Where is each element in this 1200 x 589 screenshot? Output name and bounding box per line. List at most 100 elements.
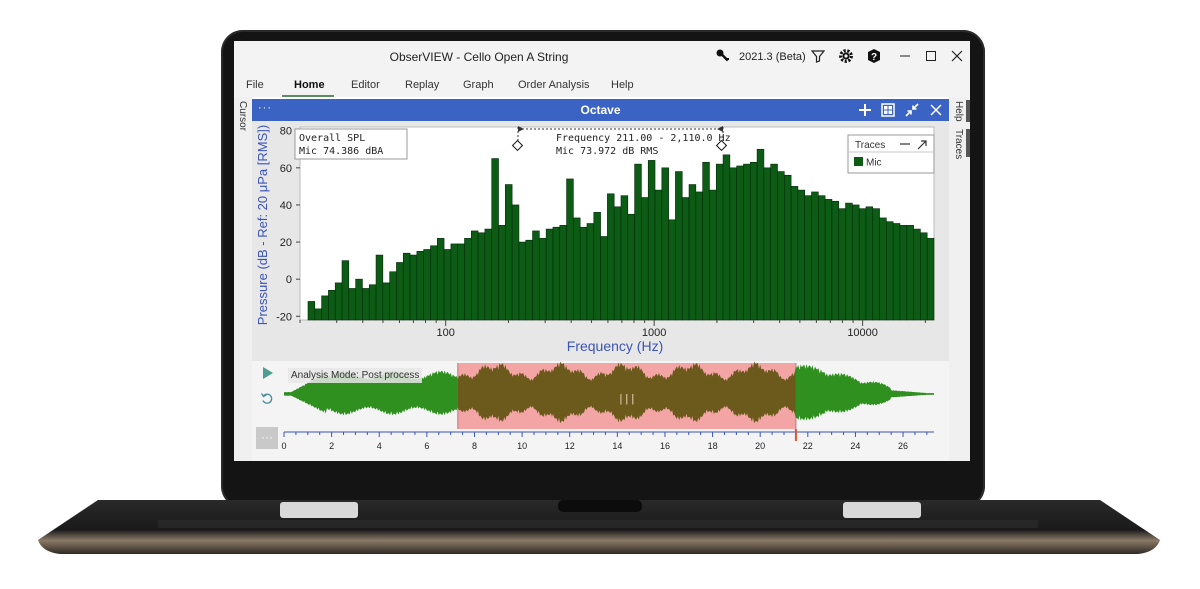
tab-editor[interactable]: Editor — [351, 79, 380, 91]
help-tab-marker — [966, 100, 970, 122]
y-tick-label: 60 — [280, 163, 292, 175]
overall-spl-label: Overall SPL — [299, 133, 365, 144]
bar — [409, 254, 418, 321]
minimize-icon[interactable] — [896, 47, 914, 65]
bar — [341, 260, 350, 321]
panel-title: Octave — [580, 103, 621, 117]
bar — [668, 219, 676, 321]
tab-graph[interactable]: Graph — [463, 79, 494, 91]
laptop-base — [38, 500, 1160, 554]
bar — [824, 199, 833, 321]
add-icon[interactable] — [856, 101, 874, 119]
x-axis: 100 1000 10000 — [299, 320, 926, 339]
overall-spl-value: Mic 74.386 dBA — [299, 146, 383, 157]
active-tab-indicator — [282, 95, 334, 97]
bar — [852, 204, 860, 321]
collapse-icon[interactable] — [903, 101, 921, 119]
bar — [709, 189, 717, 321]
y-axis-label: Pressure (dB - Ref: 20 μPa [RMS]) — [255, 125, 270, 325]
bar — [566, 178, 574, 321]
cursor-tab[interactable]: Cursor — [237, 101, 248, 131]
time-tick-label: 10 — [517, 441, 527, 451]
tab-order-analysis[interactable]: Order Analysis — [518, 79, 590, 91]
bar — [647, 160, 656, 321]
legend-swatch-mic — [854, 157, 863, 166]
time-tick-label: 4 — [377, 441, 382, 451]
bar — [892, 223, 901, 321]
bar — [382, 282, 390, 321]
selection-drag-handle[interactable]: | | | — [620, 393, 635, 405]
tab-replay[interactable]: Replay — [405, 79, 439, 91]
maximize-icon[interactable] — [922, 47, 940, 65]
bar — [661, 167, 669, 321]
bar — [906, 225, 914, 321]
cursor-panel-strip[interactable]: Cursor — [234, 97, 252, 461]
bar — [552, 226, 561, 321]
bar — [484, 228, 493, 321]
time-tick-label: 8 — [472, 441, 477, 451]
bar — [613, 206, 622, 321]
waveform-area: 0 2 4 6 8 10 12 14 16 18 20 22 24 26 | | | ··· Analys… — [252, 361, 949, 461]
bar — [396, 262, 404, 321]
bar — [539, 238, 547, 321]
bar — [362, 288, 370, 321]
bar — [790, 186, 799, 321]
filter-icon[interactable] — [809, 47, 827, 65]
bar — [811, 191, 819, 321]
tab-home[interactable]: Home — [294, 79, 325, 91]
bar — [607, 193, 615, 321]
time-tick-label: 16 — [660, 441, 670, 451]
bar — [430, 245, 438, 321]
analysis-mode-label: Analysis Mode: Post process — [288, 368, 423, 383]
time-tick-label: 20 — [755, 441, 765, 451]
bar — [402, 252, 411, 321]
help-icon[interactable]: ? — [865, 47, 883, 65]
bar — [641, 197, 649, 321]
bar — [920, 232, 928, 321]
bar — [314, 308, 322, 321]
bar — [423, 249, 431, 321]
traces-tab-marker — [966, 129, 970, 157]
key-icon[interactable] — [714, 47, 732, 65]
play-icon[interactable] — [260, 366, 274, 380]
y-tick-label: 0 — [286, 274, 292, 286]
y-tick-label: 20 — [280, 237, 292, 249]
tab-help[interactable]: Help — [611, 79, 634, 91]
bar — [763, 167, 771, 321]
grid-layout-icon[interactable] — [879, 101, 897, 119]
y-tick-label: 40 — [280, 200, 292, 212]
help-tab[interactable]: Help — [953, 101, 964, 122]
waveform-menu-icon[interactable]: ··· — [256, 427, 278, 449]
bar — [858, 208, 867, 321]
cursor-mic-readout: Mic 73.972 dB RMS — [556, 146, 658, 157]
bar — [579, 226, 588, 321]
cursor-frequency-readout: Frequency 211.00 - 2,110.0 Hz — [556, 133, 731, 144]
bar — [865, 206, 874, 321]
traces-tab[interactable]: Traces — [953, 129, 964, 159]
legend-item-mic[interactable]: Mic — [866, 158, 882, 169]
traces-legend: Traces Mic — [847, 134, 935, 174]
bar — [804, 195, 812, 321]
time-tick-label: 2 — [329, 441, 334, 451]
time-axis: 0 2 4 6 8 10 12 14 16 18 20 22 24 26 — [281, 429, 934, 451]
y-tick-label: 80 — [280, 126, 292, 138]
octave-chart[interactable]: 80 60 40 20 0 -20 100 1000 10000 Pressure (dB -… — [252, 121, 949, 361]
menu-file[interactable]: File — [246, 79, 264, 91]
close-panel-icon[interactable] — [927, 101, 945, 119]
gear-icon[interactable] — [837, 47, 855, 65]
bar — [627, 213, 635, 321]
bar — [681, 197, 690, 321]
right-panel-strip: Help Traces — [949, 97, 970, 461]
bar — [321, 295, 329, 321]
bar — [845, 202, 853, 321]
bar — [525, 239, 533, 321]
bar — [756, 148, 765, 321]
replay-icon[interactable] — [260, 391, 274, 405]
bar — [783, 174, 792, 321]
time-tick-label: 6 — [424, 441, 429, 451]
bar — [471, 230, 479, 321]
x-tick-label: 100 — [437, 327, 455, 339]
bar — [573, 217, 581, 321]
bar — [695, 191, 703, 321]
close-icon[interactable] — [948, 47, 966, 65]
